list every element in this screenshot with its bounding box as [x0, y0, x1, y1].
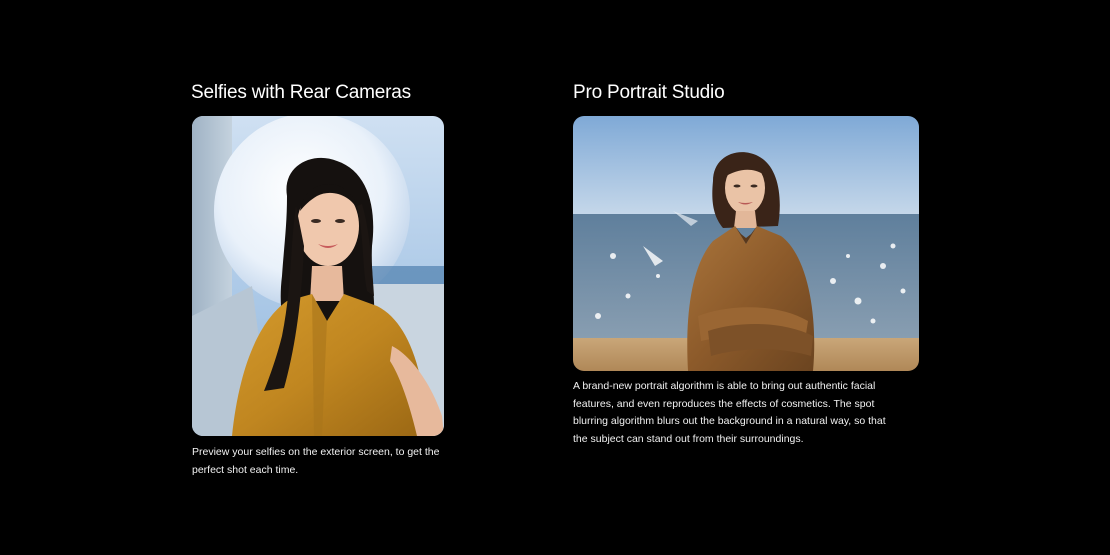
selfie-portrait-image [192, 116, 444, 436]
feature-title: Selfies with Rear Cameras [191, 82, 411, 103]
beach-photo-illustration [573, 116, 919, 371]
selfie-photo-illustration [192, 116, 444, 436]
beach-portrait-image [573, 116, 919, 371]
feature-caption: A brand-new portrait algorithm is able t… [573, 380, 886, 445]
feature-selfies-rear-cameras: Selfies with Rear Cameras Preview your s… [191, 80, 445, 490]
feature-caption: Preview your selfies on the exterior scr… [192, 446, 440, 476]
feature-title: Pro Portrait Studio [573, 82, 725, 103]
feature-pro-portrait-studio: Pro Portrait Studio A brand-new portrait… [573, 80, 919, 459]
